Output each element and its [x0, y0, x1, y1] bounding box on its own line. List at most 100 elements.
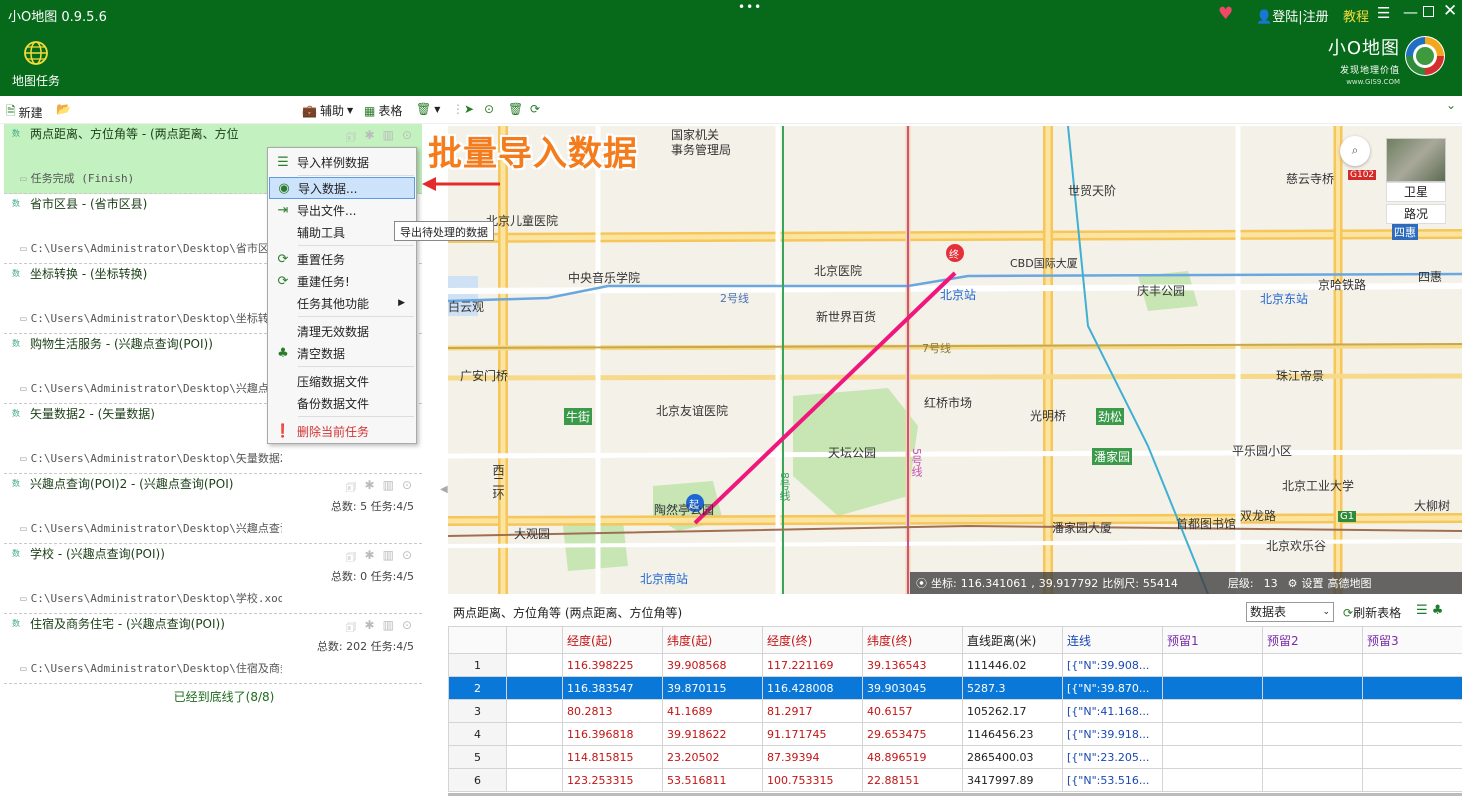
- menu-delete-task[interactable]: ❗ 删除当前任务: [269, 420, 415, 442]
- table-cell[interactable]: 40.6157: [862, 699, 963, 723]
- table-row[interactable]: 6 123.253315 53.516811 100.753315 22.88151 34…: [448, 768, 1462, 792]
- row-number-cell[interactable]: 3: [448, 699, 507, 723]
- table-cell[interactable]: [{"N":39.908...: [1062, 653, 1163, 677]
- tutorial-link[interactable]: 教程: [1343, 6, 1369, 25]
- row-indicator-cell[interactable]: [506, 653, 563, 677]
- column-header[interactable]: 纬度(起): [662, 626, 763, 654]
- end-marker-label[interactable]: 终: [949, 246, 959, 261]
- table-cell[interactable]: 39.918622: [662, 722, 763, 746]
- column-header[interactable]: 预留1: [1162, 626, 1263, 654]
- table-cell[interactable]: 53.516811: [662, 768, 763, 792]
- broom-icon[interactable]: ♣: [1432, 603, 1444, 618]
- start-marker-label[interactable]: 起: [689, 496, 699, 511]
- menu-clean-invalid[interactable]: 清理无效数据: [269, 320, 415, 342]
- login-register-link[interactable]: 👤登陆|注册: [1256, 6, 1329, 25]
- chart-icon[interactable]: ▥: [383, 618, 394, 639]
- table-cell[interactable]: [1162, 676, 1263, 700]
- table-cell[interactable]: 29.653475: [862, 722, 963, 746]
- table-cell[interactable]: [1262, 699, 1363, 723]
- map-task-button[interactable]: 地图任务: [8, 40, 64, 89]
- table-cell[interactable]: 111446.02: [962, 653, 1063, 677]
- row-number-cell[interactable]: 2: [448, 676, 507, 700]
- table-cell[interactable]: 105262.17: [962, 699, 1063, 723]
- play-icon[interactable]: ⊙: [402, 548, 412, 569]
- table-row[interactable]: 3 80.2813 41.1689 81.2917 40.6157 105262.17[{…: [448, 699, 1462, 723]
- table-cell[interactable]: [1262, 653, 1363, 677]
- tool-icon[interactable]: ✱: [365, 128, 375, 149]
- satellite-thumbnail[interactable]: [1386, 138, 1446, 182]
- close-icon[interactable]: ✕: [1443, 1, 1457, 21]
- table-cell[interactable]: [1362, 699, 1462, 723]
- menu-reset-task[interactable]: ⟳ 重置任务: [269, 248, 415, 270]
- tool-icon[interactable]: ✱: [365, 478, 375, 499]
- menu-compress-file[interactable]: 压缩数据文件: [269, 370, 415, 392]
- list-icon[interactable]: ☰: [1416, 603, 1428, 618]
- row-indicator-cell[interactable]: [506, 745, 563, 769]
- table-cell[interactable]: 5287.3: [962, 676, 1063, 700]
- row-indicator-cell[interactable]: [506, 722, 563, 746]
- table-cell[interactable]: [1362, 722, 1462, 746]
- map-source-label[interactable]: 高德地图: [1328, 575, 1372, 591]
- tool-icon[interactable]: ✱: [365, 548, 375, 569]
- row-indicator-cell[interactable]: [506, 676, 563, 700]
- column-header[interactable]: 连线: [1062, 626, 1163, 654]
- delete-button[interactable]: 🗑 ▼: [416, 102, 440, 116]
- table-row[interactable]: 2 116.383547 39.870115 116.428008 39.903045 5…: [448, 676, 1462, 700]
- pointer-icon[interactable]: ➤: [464, 102, 474, 116]
- map-view[interactable]: 国家机关 事务管理局 慈云寺桥 G102 世贸天阶 北京儿童医院 四惠 中央音乐…: [448, 126, 1462, 594]
- edit-icon[interactable]: 🗊: [345, 548, 356, 569]
- heart-icon[interactable]: ♥: [1218, 4, 1233, 24]
- location-pin-icon[interactable]: ⊙: [484, 102, 494, 116]
- chart-icon[interactable]: ▥: [383, 128, 394, 149]
- edit-icon[interactable]: 🗊: [345, 128, 356, 149]
- minimize-icon[interactable]: —: [1403, 3, 1418, 21]
- new-task-button[interactable]: 🗎 新建: [6, 102, 43, 123]
- edit-icon[interactable]: 🗊: [345, 478, 356, 499]
- play-icon[interactable]: ⊙: [402, 478, 412, 499]
- menu-import-sample[interactable]: ☰ 导入样例数据: [269, 151, 415, 173]
- table-cell[interactable]: [1162, 653, 1263, 677]
- drag-handle[interactable]: •••: [738, 0, 762, 14]
- edit-icon[interactable]: 🗊: [345, 618, 356, 639]
- menu-export-file[interactable]: ⇥ 导出文件...: [269, 199, 415, 221]
- table-cell[interactable]: 116.398225: [562, 653, 663, 677]
- table-row[interactable]: 5 114.815815 23.20502 87.39394 48.896519 2865…: [448, 745, 1462, 769]
- table-cell[interactable]: [1362, 653, 1462, 677]
- table-cell[interactable]: 3417997.89: [962, 768, 1063, 792]
- data-view-select[interactable]: 数据表 ⌄: [1246, 602, 1334, 622]
- row-indicator-cell[interactable]: [506, 699, 563, 723]
- table-cell[interactable]: 114.815815: [562, 745, 663, 769]
- menu-more-functions[interactable]: 任务其他功能 ▶: [269, 292, 415, 314]
- table-cell[interactable]: 81.2917: [762, 699, 863, 723]
- row-indicator-cell[interactable]: [506, 768, 563, 792]
- play-icon[interactable]: ⊙: [402, 128, 412, 149]
- traffic-toggle[interactable]: 路况: [1386, 204, 1446, 224]
- table-cell[interactable]: [1262, 745, 1363, 769]
- task-item[interactable]: 数 学校 - (兴趣点查询(POI)) 🗊 ✱ ▥ ⊙ 总数: 0 任务:4/5 ▭ C…: [4, 544, 422, 614]
- table-cell[interactable]: [1362, 676, 1462, 700]
- chart-icon[interactable]: ▥: [383, 478, 394, 499]
- table-cell[interactable]: 100.753315: [762, 768, 863, 792]
- row-number-cell[interactable]: 1: [448, 653, 507, 677]
- chart-icon[interactable]: ▥: [383, 548, 394, 569]
- task-item[interactable]: 数 住宿及商务住宅 - (兴趣点查询(POI)) 🗊 ✱ ▥ ⊙ 总数: 202 任务…: [4, 614, 422, 684]
- row-number-cell[interactable]: 5: [448, 745, 507, 769]
- table-cell[interactable]: 41.1689: [662, 699, 763, 723]
- column-header[interactable]: 直线距离(米): [962, 626, 1063, 654]
- table-cell[interactable]: 39.908568: [662, 653, 763, 677]
- table-cell[interactable]: 116.428008: [762, 676, 863, 700]
- refresh-icon[interactable]: ⟳: [530, 102, 540, 116]
- collapse-panel-icon[interactable]: ◀: [440, 484, 448, 495]
- table-cell[interactable]: [1162, 722, 1263, 746]
- table-cell[interactable]: [{"N":41.168...: [1062, 699, 1163, 723]
- column-header[interactable]: 预留2: [1262, 626, 1363, 654]
- chevron-down-icon[interactable]: ⌄: [1446, 98, 1456, 112]
- column-header[interactable]: 经度(起): [562, 626, 663, 654]
- table-cell[interactable]: [{"N":39.918...: [1062, 722, 1163, 746]
- refresh-table-button[interactable]: ⟳刷新表格: [1343, 604, 1401, 621]
- table-cell[interactable]: 87.39394: [762, 745, 863, 769]
- table-row[interactable]: 4 116.396818 39.918622 91.171745 29.653475 11…: [448, 722, 1462, 746]
- table-cell[interactable]: [1362, 768, 1462, 792]
- table-cell[interactable]: 39.136543: [862, 653, 963, 677]
- table-cell[interactable]: [1262, 676, 1363, 700]
